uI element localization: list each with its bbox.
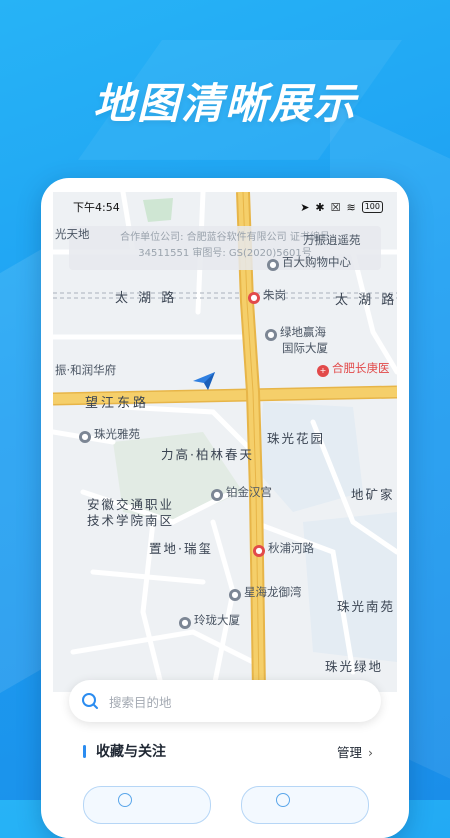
poi-label: 置地·瑞玺 — [149, 541, 213, 556]
poi-xinghai[interactable]: ● 星海龙御湾 — [229, 584, 302, 601]
home-icon — [118, 793, 132, 807]
poi-pin-icon: ● — [179, 617, 191, 629]
poi-label: 珠光花园 — [267, 431, 326, 446]
poi-pin-icon: ● — [267, 259, 279, 271]
phone-frame: 下午4:54 ➤ ✱ ☒ ≋ 100 合作单位公司: 合肥蓝谷软件有限公司 证书… — [41, 178, 409, 838]
poi-pin-icon: ● — [79, 431, 91, 443]
hospital-icon: + — [317, 365, 329, 377]
search-bar[interactable]: 搜索目的地 — [69, 680, 381, 722]
poi-label: 力高·柏林春天 — [161, 447, 254, 462]
poi-pin-icon: ● — [229, 589, 241, 601]
poi-label: 地矿家 — [351, 487, 395, 502]
poi-label: 国际大厦 — [282, 341, 328, 355]
work-icon — [276, 793, 290, 807]
search-input[interactable]: 搜索目的地 — [109, 692, 172, 711]
favorite-work-button[interactable] — [241, 786, 369, 824]
favorites-title: 收藏与关注 — [83, 741, 166, 761]
status-bar: 下午4:54 ➤ ✱ ☒ ≋ 100 — [53, 192, 397, 222]
bluetooth-icon: ✱ — [315, 200, 325, 214]
poi-zhugang[interactable]: ● 朱岗 — [248, 287, 286, 304]
map-view[interactable]: 下午4:54 ➤ ✱ ☒ ≋ 100 合作单位公司: 合肥蓝谷软件有限公司 证书… — [53, 192, 397, 692]
wifi-icon: ≋ — [346, 200, 356, 214]
poi-linglong[interactable]: ● 玲珑大厦 — [179, 612, 240, 629]
poi-label: 技术学院南区 — [87, 513, 175, 528]
status-time: 下午4:54 — [73, 201, 120, 214]
section-accent-bar — [83, 744, 86, 758]
app-screen: 下午4:54 ➤ ✱ ☒ ≋ 100 合作单位公司: 合肥蓝谷软件有限公司 证书… — [53, 192, 397, 838]
poi-lvdi[interactable]: ● 绿地赢海 — [265, 324, 326, 341]
search-icon — [82, 693, 98, 709]
location-icon: ➤ — [300, 200, 310, 214]
notification-icon: ☒ — [330, 200, 341, 214]
favorite-home-button[interactable] — [83, 786, 211, 824]
manage-button[interactable]: 管理 › — [337, 742, 373, 761]
poi-pin-icon: ● — [211, 489, 223, 501]
status-icons: ➤ ✱ ☒ ≋ 100 — [300, 201, 383, 214]
poi-zhuguang-yayuan[interactable]: ● 珠光雅苑 — [79, 426, 140, 443]
poi-pin-icon: ● — [265, 329, 277, 341]
road-label: 太 湖 路 — [115, 291, 178, 306]
poi-bojin[interactable]: ● 铂金汉宫 — [211, 484, 272, 501]
battery-icon: 100 — [361, 201, 383, 213]
poi-label: 振·和润华府 — [55, 363, 117, 377]
poi-label: 珠光南苑 — [337, 599, 396, 614]
promo-headline: 地图清晰展示 — [92, 79, 357, 128]
bus-stop-icon: ● — [253, 545, 265, 557]
poi-label: 光天地 — [55, 227, 90, 241]
poi-hospital[interactable]: + 合肥长庚医 — [317, 360, 390, 377]
road-label: 太 湖 路 — [335, 293, 397, 308]
bus-stop-icon: ● — [248, 292, 260, 304]
road-label: 望江东路 — [85, 396, 150, 411]
poi-qiupu[interactable]: ● 秋浦河路 — [253, 540, 314, 557]
favorites-header: 收藏与关注 管理 › — [83, 740, 373, 762]
poi-label: 万振逍遥苑 — [303, 233, 361, 247]
poi-label: 珠光绿地 — [325, 659, 384, 674]
chevron-right-icon: › — [368, 744, 373, 760]
poi-baida[interactable]: ● 百大购物中心 — [267, 254, 351, 271]
